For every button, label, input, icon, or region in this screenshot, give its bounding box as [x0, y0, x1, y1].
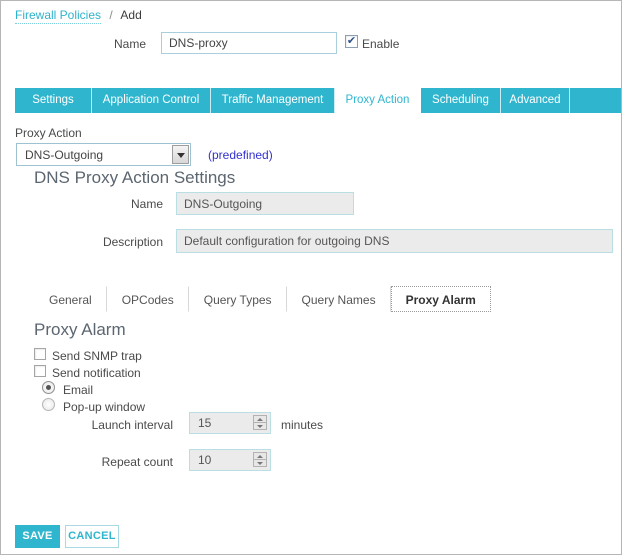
tab-proxy-action[interactable]: Proxy Action	[335, 88, 421, 113]
send-snmp-trap-checkbox[interactable]	[34, 348, 46, 360]
spinner-down-button[interactable]	[253, 459, 267, 467]
proxy-action-selected-value: DNS-Outgoing	[25, 148, 103, 162]
spinner-up-icon	[257, 455, 263, 458]
proxy-action-label: Proxy Action	[15, 126, 82, 140]
proxy-action-subtab-bar: General OPCodes Query Types Query Names …	[34, 286, 491, 312]
spinner-down-icon	[257, 425, 263, 428]
repeat-count-spin-buttons	[253, 452, 267, 468]
repeat-count-stepper	[189, 449, 271, 471]
proxy-action-dropdown[interactable]: DNS-Outgoing	[16, 143, 191, 166]
email-radio[interactable]	[42, 381, 55, 394]
predefined-note: (predefined)	[208, 148, 273, 162]
save-button[interactable]: SAVE	[15, 525, 60, 548]
breadcrumb-separator: /	[109, 8, 112, 22]
description-input[interactable]	[176, 229, 613, 253]
breadcrumb-current: Add	[120, 8, 141, 22]
action-name-input[interactable]	[176, 192, 354, 215]
enable-label: Enable	[362, 37, 399, 51]
spinner-up-icon	[257, 418, 263, 421]
dns-proxy-action-settings-heading: DNS Proxy Action Settings	[34, 168, 235, 188]
policy-tab-bar: Settings Application Control Traffic Man…	[15, 88, 621, 113]
radio-dot-icon	[46, 385, 51, 390]
subtab-proxy-alarm[interactable]: Proxy Alarm	[391, 286, 491, 312]
launch-interval-unit: minutes	[281, 418, 323, 432]
send-notification-label: Send notification	[52, 366, 141, 380]
action-name-label: Name	[81, 197, 163, 211]
launch-interval-spin-buttons	[253, 415, 267, 431]
popup-window-radio[interactable]	[42, 398, 55, 411]
send-notification-checkbox[interactable]	[34, 365, 46, 377]
tab-traffic-management[interactable]: Traffic Management	[211, 88, 335, 113]
tab-bar-filler	[570, 88, 621, 113]
proxy-alarm-heading: Proxy Alarm	[34, 320, 126, 340]
check-icon: ✔	[347, 35, 356, 47]
subtab-query-types[interactable]: Query Types	[189, 286, 287, 312]
subtab-general[interactable]: General	[34, 286, 107, 312]
dropdown-button[interactable]	[172, 145, 189, 164]
firewall-policy-add-page: Firewall Policies / Add Name ✔ Enable Se…	[0, 0, 622, 555]
launch-interval-stepper	[189, 412, 271, 434]
description-label: Description	[81, 235, 163, 249]
breadcrumb: Firewall Policies / Add	[15, 8, 142, 22]
chevron-down-icon	[177, 153, 185, 158]
spinner-down-button[interactable]	[253, 422, 267, 430]
cancel-button[interactable]: CANCEL	[65, 525, 119, 548]
send-snmp-trap-label: Send SNMP trap	[52, 349, 142, 363]
subtab-opcodes[interactable]: OPCodes	[107, 286, 189, 312]
repeat-count-label: Repeat count	[73, 455, 173, 469]
policy-name-input[interactable]	[161, 32, 337, 54]
tab-settings[interactable]: Settings	[15, 88, 92, 113]
email-label: Email	[63, 383, 93, 397]
tab-scheduling[interactable]: Scheduling	[421, 88, 501, 113]
breadcrumb-firewall-policies-link[interactable]: Firewall Policies	[15, 8, 101, 24]
policy-name-label: Name	[61, 37, 146, 51]
tab-application-control[interactable]: Application Control	[92, 88, 211, 113]
subtab-query-names[interactable]: Query Names	[287, 286, 391, 312]
launch-interval-label: Launch interval	[73, 418, 173, 432]
enable-checkbox[interactable]: ✔	[345, 35, 358, 48]
popup-window-label: Pop-up window	[63, 400, 145, 414]
spinner-down-icon	[257, 462, 263, 465]
tab-advanced[interactable]: Advanced	[501, 88, 570, 113]
